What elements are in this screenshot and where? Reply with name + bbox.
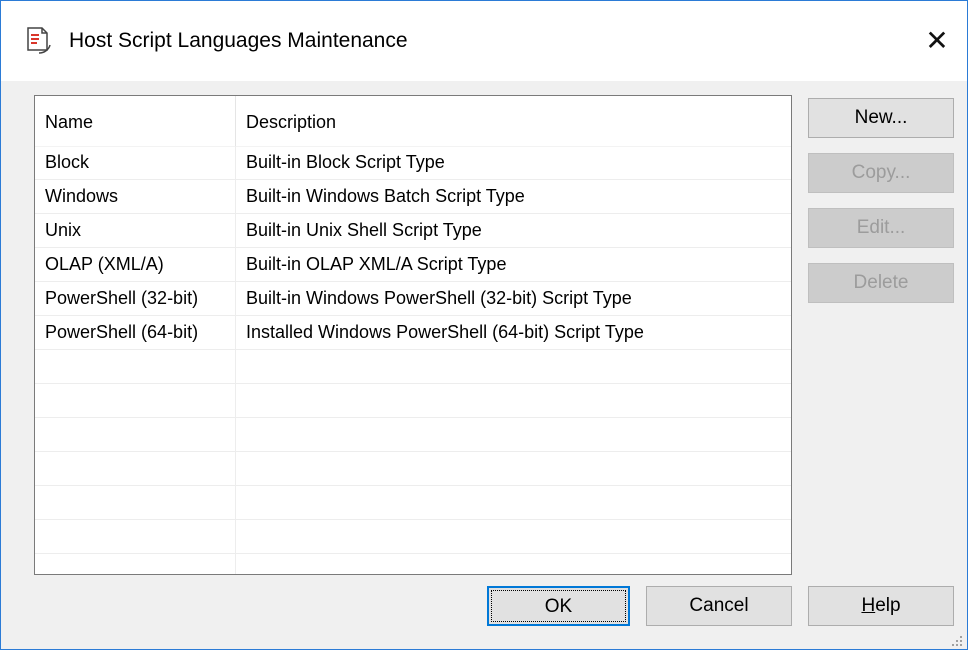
row-name-cell: PowerShell (32-bit) xyxy=(35,282,236,315)
dialog-window: Host Script Languages Maintenance ✕ Name… xyxy=(0,0,968,650)
empty-cell xyxy=(35,520,236,553)
table-row[interactable]: PowerShell (64-bit) Installed Windows Po… xyxy=(35,316,791,350)
table-row[interactable]: Windows Built-in Windows Batch Script Ty… xyxy=(35,180,791,214)
empty-table-row xyxy=(35,520,791,554)
table-header: Name Description xyxy=(35,96,791,147)
table-row[interactable]: Unix Built-in Unix Shell Script Type xyxy=(35,214,791,248)
row-name-cell: Unix xyxy=(35,214,236,247)
cancel-button[interactable]: Cancel xyxy=(646,586,792,626)
row-description-cell: Built-in Windows PowerShell (32-bit) Scr… xyxy=(246,288,632,308)
row-description-cell: Built-in Block Script Type xyxy=(246,152,445,172)
empty-cell xyxy=(35,418,236,451)
empty-cell xyxy=(35,554,236,574)
edit-button[interactable]: Edit... xyxy=(808,208,954,248)
empty-table-row xyxy=(35,350,791,384)
empty-cell xyxy=(236,486,791,519)
row-name-cell: Windows xyxy=(35,180,236,213)
help-button[interactable]: Help xyxy=(808,586,954,626)
delete-button[interactable]: Delete xyxy=(808,263,954,303)
script-languages-table[interactable]: Name Description Block Built-in Block Sc… xyxy=(34,95,792,575)
empty-cell xyxy=(35,384,236,417)
empty-cell xyxy=(236,418,791,451)
row-name-cell: Block xyxy=(35,146,236,179)
empty-cell xyxy=(236,452,791,485)
empty-cell xyxy=(236,554,791,574)
help-mnemonic: H xyxy=(861,595,876,616)
copy-button[interactable]: Copy... xyxy=(808,153,954,193)
script-document-icon xyxy=(25,27,51,55)
empty-cell xyxy=(35,452,236,485)
table-row[interactable]: OLAP (XML/A) Built-in OLAP XML/A Script … xyxy=(35,248,791,282)
empty-cell xyxy=(35,486,236,519)
row-name-cell: OLAP (XML/A) xyxy=(35,248,236,281)
empty-table-row xyxy=(35,554,791,574)
empty-cell xyxy=(35,350,236,383)
row-description-cell: Built-in Unix Shell Script Type xyxy=(246,220,482,240)
row-name-cell: PowerShell (64-bit) xyxy=(35,316,236,349)
table-body: Block Built-in Block Script Type Windows… xyxy=(35,146,791,574)
ok-button[interactable]: OK xyxy=(487,586,630,626)
empty-table-row xyxy=(35,418,791,452)
empty-cell xyxy=(236,384,791,417)
empty-cell xyxy=(236,350,791,383)
resize-grip-icon[interactable] xyxy=(949,631,963,646)
empty-table-row xyxy=(35,452,791,486)
new-button[interactable]: New... xyxy=(808,98,954,138)
row-description-cell: Built-in Windows Batch Script Type xyxy=(246,186,525,206)
empty-cell xyxy=(236,520,791,553)
window-title: Host Script Languages Maintenance xyxy=(69,29,408,52)
row-description-cell: Installed Windows PowerShell (64-bit) Sc… xyxy=(246,322,644,342)
title-bar[interactable]: Host Script Languages Maintenance ✕ xyxy=(1,1,967,81)
table-row[interactable]: Block Built-in Block Script Type xyxy=(35,146,791,180)
help-button-label: elp xyxy=(875,595,901,616)
column-header-name[interactable]: Name xyxy=(35,96,236,146)
empty-table-row xyxy=(35,486,791,520)
table-row[interactable]: PowerShell (32-bit) Built-in Windows Pow… xyxy=(35,282,791,316)
column-header-description[interactable]: Description xyxy=(236,96,791,146)
focus-rectangle xyxy=(491,590,626,622)
row-description-cell: Built-in OLAP XML/A Script Type xyxy=(246,254,507,274)
close-icon[interactable]: ✕ xyxy=(909,15,965,67)
empty-table-row xyxy=(35,384,791,418)
